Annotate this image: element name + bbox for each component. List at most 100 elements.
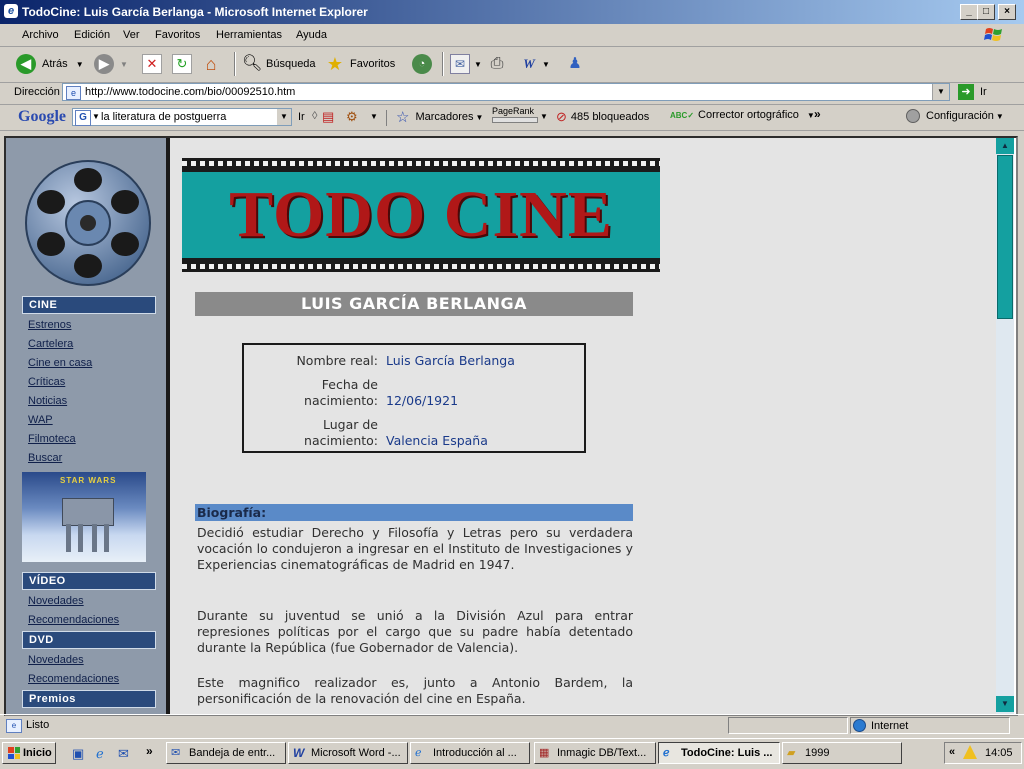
task-todocine[interactable]: ℯ TodoCine: Luis ... bbox=[658, 742, 780, 764]
nav-link-cartelera[interactable]: Cartelera bbox=[28, 338, 73, 350]
close-button[interactable]: × bbox=[998, 4, 1016, 20]
menu-edicion[interactable]: Edición bbox=[74, 29, 110, 41]
url-input[interactable]: e http://www.todocine.com/bio/00092510.h… bbox=[62, 83, 950, 101]
settings-button[interactable]: Configuración ▼ bbox=[906, 109, 1004, 123]
walker-leg bbox=[66, 524, 71, 552]
status-panels bbox=[728, 717, 848, 734]
google-news-icon[interactable]: ▤ bbox=[322, 109, 334, 125]
google-search-web-icon[interactable]: ◊ bbox=[312, 110, 317, 122]
film-reel-icon bbox=[25, 160, 151, 286]
task-outlook[interactable]: ✉ Bandeja de entr... bbox=[166, 742, 286, 764]
task-word[interactable]: W Microsoft Word -... bbox=[288, 742, 408, 764]
forward-button[interactable]: ▶ ▼ bbox=[94, 50, 128, 78]
real-name-value: Luis García Berlanga bbox=[386, 353, 515, 368]
scroll-up-button[interactable]: ▲ bbox=[996, 138, 1014, 154]
stop-button[interactable]: ✕ bbox=[142, 50, 162, 78]
walker-body bbox=[62, 498, 114, 526]
refresh-button[interactable]: ↻ bbox=[172, 50, 192, 78]
home-button[interactable]: ⌂ bbox=[202, 50, 220, 78]
folder-icon: ▰ bbox=[787, 747, 796, 759]
history-button[interactable]: ◔ bbox=[412, 50, 432, 78]
google-go-button[interactable]: Ir bbox=[298, 111, 305, 123]
nav-link-wap[interactable]: WAP bbox=[28, 414, 53, 426]
google-options-icon[interactable]: ⚙ bbox=[346, 109, 358, 125]
real-name-label: Nombre real: bbox=[296, 353, 378, 368]
quicklaunch-outlook-icon[interactable]: ✉ bbox=[118, 746, 129, 762]
nav-link-filmoteca[interactable]: Filmoteca bbox=[28, 433, 76, 445]
url-dropdown-icon[interactable]: ▼ bbox=[932, 84, 949, 100]
search-button[interactable]: 🔍︎ Búsqueda bbox=[242, 50, 316, 78]
star-wars-promo[interactable]: STAR WARS bbox=[22, 472, 146, 562]
nav-header-premios[interactable]: Premios bbox=[22, 690, 156, 708]
menu-ver[interactable]: Ver bbox=[123, 29, 140, 41]
nav-header-video[interactable]: VÍDEO bbox=[22, 572, 156, 590]
sidebar: CINE Estrenos Cartelera Cine en casa Crí… bbox=[6, 138, 166, 714]
windows-flag-icon bbox=[8, 747, 20, 759]
go-button[interactable]: ➜ Ir bbox=[958, 84, 987, 100]
ie-task-icon: ℯ bbox=[415, 747, 422, 759]
messenger-icon: ♟ bbox=[568, 55, 582, 72]
nav-link-dvd-novedades[interactable]: Novedades bbox=[28, 654, 84, 666]
task-intro[interactable]: ℯ Introducción al ... bbox=[410, 742, 530, 764]
scroll-thumb[interactable] bbox=[997, 155, 1013, 319]
menu-herramientas[interactable]: Herramientas bbox=[216, 29, 282, 41]
bio-header: Biografía: bbox=[195, 504, 633, 521]
nav-header-cine[interactable]: CINE bbox=[22, 296, 156, 314]
back-button[interactable]: ◀ Atrás ▼ bbox=[16, 50, 84, 78]
vertical-scrollbar[interactable]: ▲ ▼ bbox=[996, 138, 1014, 714]
person-title: LUIS GARCÍA BERLANGA bbox=[195, 292, 633, 316]
globe-icon bbox=[853, 719, 866, 732]
print-button[interactable]: ⎙ bbox=[488, 50, 506, 78]
menu-archivo[interactable]: Archivo bbox=[22, 29, 59, 41]
maximize-button[interactable]: □ bbox=[977, 4, 995, 20]
page-icon: e bbox=[66, 86, 81, 100]
quicklaunch-ie-icon[interactable]: ℯ bbox=[96, 746, 104, 762]
nav-link-noticias[interactable]: Noticias bbox=[28, 395, 67, 407]
ie-task-icon: ℯ bbox=[663, 747, 670, 759]
star-icon: ★ bbox=[326, 54, 344, 74]
bookmarks-button[interactable]: ☆ Marcadores ▼ bbox=[396, 108, 483, 126]
birth-date-value: 12/06/1921 bbox=[386, 393, 459, 408]
edit-button[interactable]: W ▼ bbox=[520, 50, 550, 78]
url-text: http://www.todocine.com/bio/00092510.htm bbox=[85, 86, 296, 98]
favorites-button[interactable]: ★ Favoritos bbox=[326, 50, 395, 78]
clock: 14:05 bbox=[985, 747, 1013, 759]
quicklaunch-desktop-icon[interactable]: ▣ bbox=[72, 746, 84, 762]
spellcheck-button[interactable]: ABC✓ Corrector ortográfico ▼ bbox=[670, 109, 815, 121]
mail-button[interactable]: ✉ ▼ bbox=[450, 50, 482, 78]
google-menu-icon: ▼ bbox=[92, 112, 100, 121]
refresh-icon: ↻ bbox=[172, 54, 192, 74]
quicklaunch-more-icon[interactable]: » bbox=[146, 744, 153, 758]
word-icon: W bbox=[523, 56, 535, 71]
back-arrow-icon: ◀ bbox=[16, 54, 36, 74]
google-search-input[interactable]: G ▼ la literatura de postguerra ▼ bbox=[72, 108, 292, 126]
google-options-dropdown-icon[interactable]: ▼ bbox=[370, 112, 378, 121]
birth-date-label-1: Fecha de bbox=[321, 377, 378, 392]
nav-link-cine-en-casa[interactable]: Cine en casa bbox=[28, 357, 92, 369]
pagerank-widget[interactable]: PageRank ▼ bbox=[492, 106, 548, 123]
nav-link-video-novedades[interactable]: Novedades bbox=[28, 595, 84, 607]
tray-expand-icon[interactable]: « bbox=[949, 746, 955, 758]
nav-header-dvd[interactable]: DVD bbox=[22, 631, 156, 649]
start-button[interactable]: Inicio bbox=[2, 742, 56, 764]
menu-ayuda[interactable]: Ayuda bbox=[296, 29, 327, 41]
more-chevron-icon[interactable]: » bbox=[814, 107, 821, 121]
mail-icon: ✉ bbox=[450, 54, 470, 74]
messenger-button[interactable]: ♟ bbox=[566, 50, 584, 78]
content-frame: CINE Estrenos Cartelera Cine en casa Crí… bbox=[4, 136, 1018, 716]
menu-favoritos[interactable]: Favoritos bbox=[155, 29, 200, 41]
nav-link-dvd-recomendaciones[interactable]: Recomendaciones bbox=[28, 673, 119, 685]
scroll-down-button[interactable]: ▼ bbox=[996, 696, 1014, 712]
popup-blocker-button[interactable]: ⊘ 485 bloqueados bbox=[556, 109, 649, 125]
task-inmagic[interactable]: ▦ Inmagic DB/Text... bbox=[534, 742, 656, 764]
site-logo[interactable]: TODO CINE bbox=[182, 182, 660, 248]
nav-link-video-recomendaciones[interactable]: Recomendaciones bbox=[28, 614, 119, 626]
bookmark-star-icon: ☆ bbox=[396, 109, 410, 126]
minimize-button[interactable]: _ bbox=[960, 4, 978, 20]
nav-link-buscar[interactable]: Buscar bbox=[28, 452, 62, 464]
nav-link-criticas[interactable]: Críticas bbox=[28, 376, 65, 388]
task-folder-1999[interactable]: ▰ 1999 bbox=[782, 742, 902, 764]
warning-icon[interactable] bbox=[963, 745, 977, 759]
google-query-dropdown-icon[interactable]: ▼ bbox=[277, 109, 291, 125]
nav-link-estrenos[interactable]: Estrenos bbox=[28, 319, 71, 331]
